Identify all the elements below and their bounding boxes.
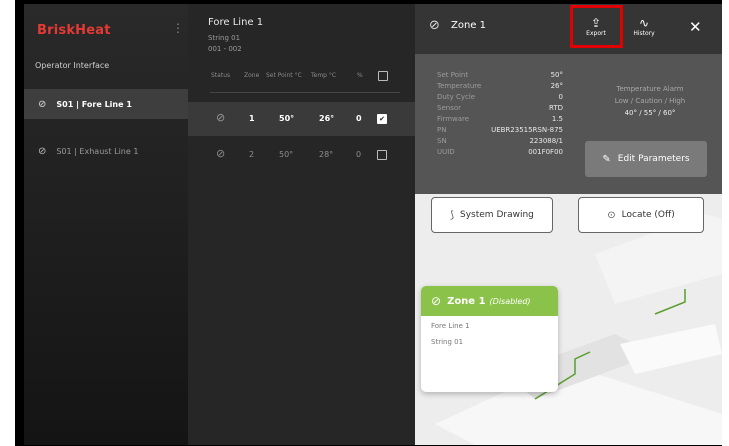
- history-icon: ∿: [638, 16, 650, 30]
- section-title: Operator Interface: [35, 61, 110, 70]
- zone-number: 1: [249, 114, 255, 123]
- line-title: Fore Line 1: [208, 17, 264, 28]
- drawing-icon: ⟆: [450, 209, 455, 221]
- table-row[interactable]: ⊘ 2 50° 28° 0: [188, 138, 415, 172]
- row-checkbox[interactable]: [377, 150, 387, 160]
- zone-card[interactable]: ⊘ Zone 1 (Disabled) Fore Line 1 String 0…: [421, 286, 558, 392]
- temp-value: 26°: [319, 114, 335, 123]
- zone-card-header: ⊘ Zone 1 (Disabled): [421, 286, 558, 316]
- percent-value: 0: [356, 114, 362, 123]
- disabled-status-icon: ⊘: [431, 294, 442, 308]
- alarm-levels: Low / Caution / High: [614, 97, 686, 105]
- zone-card-title: Zone 1: [447, 295, 486, 307]
- pencil-icon: ✎: [602, 153, 611, 165]
- sidebar-item-label: S01 | Fore Line 1: [56, 99, 132, 109]
- table-header: Status Zone Set Point °C Temp °C %: [188, 71, 415, 84]
- system-drawing-button[interactable]: ⟆ System Drawing: [431, 197, 553, 233]
- edit-parameters-label: Edit Parameters: [617, 154, 690, 164]
- zone-range: 001 - 002: [208, 45, 242, 53]
- history-button[interactable]: ∿ History: [626, 16, 662, 37]
- disabled-status-icon: ⊘: [216, 111, 226, 124]
- sidebar-item-exhaust-line-1[interactable]: ⊘ S01 | Exhaust Line 1: [24, 136, 188, 166]
- zone-title: Zone 1: [451, 20, 486, 31]
- highlight-box: [570, 5, 623, 48]
- system-drawing-label: System Drawing: [460, 210, 534, 220]
- disabled-status-icon: ⊘: [429, 18, 440, 33]
- column-percent: %: [357, 72, 363, 79]
- column-set-point: Set Point °C: [266, 72, 302, 79]
- disabled-status-icon: ⊘: [216, 147, 226, 160]
- disabled-status-icon: ⊘: [38, 98, 47, 110]
- select-all-checkbox[interactable]: [378, 71, 388, 81]
- row-checkbox[interactable]: ✔: [377, 114, 387, 124]
- temp-value: 28°: [319, 150, 334, 159]
- sidebar-item-fore-line-1[interactable]: ⊘ S01 | Fore Line 1: [24, 89, 188, 119]
- disabled-status-icon: ⊘: [38, 145, 47, 157]
- set-point-value: 50°: [279, 150, 294, 159]
- kebab-menu-icon[interactable]: ⋮: [172, 21, 184, 35]
- detail-header: ⊘ Zone 1 ⇪ Export ∿ History ✕: [415, 4, 722, 54]
- column-temp: Temp °C: [311, 72, 337, 79]
- zone-card-line: Fore Line 1: [431, 322, 470, 330]
- string-label: String 01: [208, 34, 241, 42]
- location-pin-icon: ⊙: [607, 209, 616, 221]
- column-zone: Zone: [244, 72, 260, 79]
- percent-value: 0: [356, 150, 362, 159]
- locate-button[interactable]: ⊙ Locate (Off): [578, 197, 704, 233]
- header-divider: [210, 92, 400, 93]
- close-icon[interactable]: ✕: [689, 18, 702, 36]
- zone-number: 2: [249, 150, 255, 159]
- edit-parameters-button[interactable]: ✎ Edit Parameters: [585, 141, 707, 177]
- history-label: History: [633, 30, 655, 37]
- sidebar: BriskHeat ⋮ Operator Interface ⊘ S01 | F…: [24, 4, 188, 445]
- zone-list-panel: Fore Line 1 String 01 001 - 002 Status Z…: [188, 4, 415, 445]
- alarm-values: 40° / 55° / 60°: [624, 109, 676, 117]
- alarm-title: Temperature Alarm: [616, 85, 684, 93]
- zone-detail-panel: ⊘ Zone 1 ⇪ Export ∿ History ✕ Set Point 5…: [415, 4, 722, 445]
- sidebar-item-label: S01 | Exhaust Line 1: [56, 146, 139, 156]
- set-point-value: 50°: [279, 114, 295, 123]
- column-status: Status: [211, 72, 231, 79]
- zone-card-string: String 01: [431, 338, 464, 346]
- zone-card-status: (Disabled): [489, 296, 531, 306]
- table-row[interactable]: ⊘ 1 50° 26° 0 ✔: [188, 102, 415, 136]
- brand-logo: BriskHeat: [37, 23, 111, 38]
- locate-label: Locate (Off): [621, 210, 675, 220]
